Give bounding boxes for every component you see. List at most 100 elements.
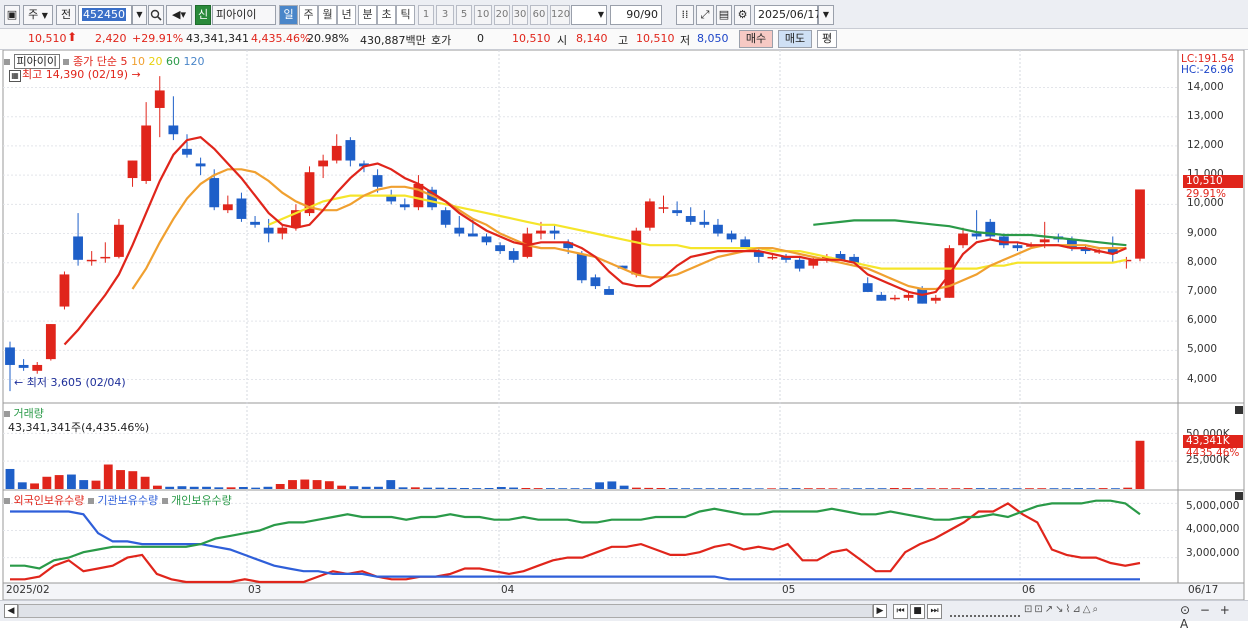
count-input[interactable]: 90/90 bbox=[610, 5, 662, 25]
last-page-icon[interactable]: ⏭ bbox=[927, 604, 942, 619]
candle-body bbox=[372, 175, 383, 187]
arrow-left-icon: ← bbox=[14, 376, 24, 389]
price-tick: 4,000 bbox=[1187, 372, 1218, 385]
current-price: 10,510 bbox=[28, 32, 67, 45]
interval-button[interactable]: 3 bbox=[436, 5, 454, 25]
candle-body bbox=[277, 227, 288, 234]
evaluate-button[interactable]: 평 bbox=[817, 30, 837, 48]
holding-tick: 3,000,000 bbox=[1186, 547, 1240, 559]
volume-bar bbox=[1098, 488, 1108, 489]
volume-bar bbox=[693, 488, 703, 489]
candle-body bbox=[318, 160, 329, 167]
close-panel-icon[interactable] bbox=[1235, 492, 1243, 500]
period-tab[interactable]: 주 bbox=[299, 5, 318, 25]
zoom-slider[interactable] bbox=[950, 605, 1020, 617]
period-tab[interactable]: 틱 bbox=[396, 5, 415, 25]
interval-button[interactable]: 20 bbox=[494, 5, 510, 25]
volume-bar bbox=[816, 488, 826, 489]
candle-body bbox=[549, 230, 560, 234]
market-type-button[interactable]: 전 bbox=[56, 5, 76, 25]
individual-holding-label: 개인보유수량 bbox=[171, 494, 232, 507]
candle-body bbox=[890, 297, 900, 300]
candle-body bbox=[658, 207, 669, 209]
close-panel-icon[interactable] bbox=[1235, 406, 1243, 414]
candle-body bbox=[699, 221, 710, 225]
interval-button[interactable]: 30 bbox=[512, 5, 528, 25]
volume-bar bbox=[1086, 488, 1096, 489]
volume-last-pct: 4435.46% bbox=[1186, 447, 1240, 459]
high-annotation: 최고 14,390 (02/19) → bbox=[22, 66, 141, 82]
scroll-left-icon[interactable]: ◀ bbox=[4, 604, 18, 618]
hc-label: HC:-26.96 bbox=[1181, 64, 1234, 76]
candle-body bbox=[644, 201, 655, 228]
x-label: 06 bbox=[1022, 584, 1036, 596]
scrollbar-track[interactable] bbox=[18, 604, 873, 618]
volume-bar bbox=[595, 482, 604, 489]
interval-button[interactable]: 60 bbox=[530, 5, 548, 25]
volume-bar bbox=[410, 487, 420, 489]
holding-tick: 4,000,000 bbox=[1186, 523, 1240, 535]
sell-button[interactable]: 매도 bbox=[778, 30, 812, 48]
stop-icon[interactable]: ■ bbox=[910, 604, 925, 619]
volume-bar bbox=[791, 488, 801, 489]
volume-bar bbox=[889, 487, 899, 489]
cross-tool-icon[interactable]: ⤢ bbox=[696, 5, 714, 25]
volume-bar bbox=[312, 480, 322, 489]
chart-area[interactable] bbox=[0, 50, 1248, 600]
volume-bar bbox=[435, 487, 445, 489]
open-price: 8,140 bbox=[576, 32, 608, 45]
volume-bar bbox=[238, 486, 248, 489]
unit-select[interactable]: ▼ bbox=[571, 5, 607, 25]
scroll-right-icon[interactable]: ▶ bbox=[873, 604, 887, 618]
period-tab[interactable]: 년 bbox=[337, 5, 356, 25]
first-page-icon[interactable]: ⏮ bbox=[893, 604, 908, 619]
candle-body bbox=[100, 256, 111, 259]
volume-bar bbox=[288, 480, 297, 489]
last-pct-tag: 29.91% bbox=[1186, 188, 1227, 200]
drawing-tools[interactable]: ⊡⊡↗↘⌇⊿△⌕ bbox=[1024, 604, 1174, 619]
volume-bar bbox=[902, 488, 912, 489]
zoom-controls[interactable]: ⊙ − + A bbox=[1180, 603, 1248, 631]
interval-button[interactable]: 10 bbox=[474, 5, 492, 25]
gear-icon[interactable]: ⚙ bbox=[734, 5, 751, 25]
price-tick: 6,000 bbox=[1187, 314, 1218, 327]
candle-body bbox=[672, 210, 683, 214]
code-input[interactable]: 452450 bbox=[78, 5, 132, 25]
high-note: 최고 14,390 (02/19) bbox=[22, 68, 129, 81]
volume-bar bbox=[54, 475, 64, 489]
period-tab[interactable]: 분 bbox=[358, 5, 377, 25]
candle-body bbox=[467, 233, 478, 237]
period-tab[interactable]: 초 bbox=[377, 5, 396, 25]
date-input[interactable]: 2025/06/17 bbox=[754, 5, 821, 25]
low-label: 저 bbox=[680, 34, 691, 47]
volume-bar bbox=[546, 488, 555, 489]
volume-bar bbox=[865, 488, 875, 489]
calculator-icon[interactable]: ▦ bbox=[9, 70, 21, 82]
buy-button[interactable]: 매수 bbox=[739, 30, 773, 48]
candle-body bbox=[1012, 245, 1023, 249]
interval-button[interactable]: 1 bbox=[418, 5, 434, 25]
candle-body bbox=[1039, 239, 1050, 243]
window-icon[interactable]: ▣ bbox=[4, 5, 20, 25]
volume-bar bbox=[79, 480, 89, 489]
market-select[interactable]: 주 ▼ bbox=[23, 5, 53, 25]
quote-bar: 10,510 ⬆ 2,420 +29.91% 43,341,341 4,435.… bbox=[0, 29, 1248, 50]
save-icon[interactable]: ▤ bbox=[716, 5, 732, 25]
interval-button[interactable]: 5 bbox=[456, 5, 472, 25]
search-icon[interactable] bbox=[148, 5, 164, 25]
candle-body bbox=[127, 160, 138, 179]
period-tab[interactable]: 월 bbox=[318, 5, 337, 25]
candle-body bbox=[32, 364, 43, 371]
grid-icon[interactable]: ⁞⁞ bbox=[676, 5, 694, 25]
candle-body bbox=[930, 297, 941, 301]
speaker-icon[interactable]: ◀▾ bbox=[166, 5, 192, 25]
volume-bar bbox=[988, 488, 998, 489]
period-tab[interactable]: 일 bbox=[279, 5, 298, 25]
chevron-down-icon[interactable]: ▼ bbox=[132, 5, 147, 25]
volume-bar bbox=[349, 486, 359, 489]
volume-bar bbox=[202, 486, 211, 489]
interval-button[interactable]: 120 bbox=[550, 5, 570, 25]
stock-name: 피아이이 bbox=[212, 5, 276, 25]
chevron-down-icon[interactable]: ▼ bbox=[818, 5, 834, 25]
price-change-pct: +29.91% bbox=[132, 32, 184, 45]
